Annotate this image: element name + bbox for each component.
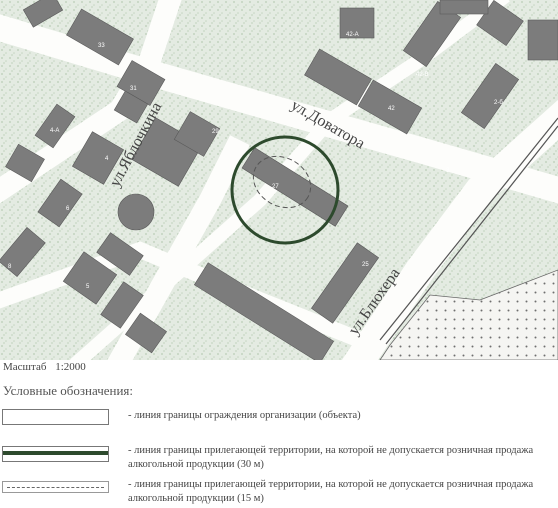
building-number-25: 25 bbox=[362, 262, 369, 268]
site-map: 33 31 4-А 4 29 27 6 5 8 42-А 42-В 42 2-б… bbox=[0, 0, 558, 360]
legend-item-15m: - линия границы прилегающей территории, … bbox=[0, 478, 558, 508]
legend-item-30m: - линия границы прилегающей территории, … bbox=[0, 444, 558, 474]
building-number-2b: 2-б bbox=[494, 100, 503, 106]
building-number-31: 31 bbox=[130, 86, 137, 92]
scale-label: Масштаб bbox=[3, 361, 47, 373]
legend-text-15m: - линия границы прилегающей территории, … bbox=[128, 479, 534, 504]
legend-title: Условные обозначения: bbox=[3, 383, 134, 398]
legend-item-fence: - линия границы ограждения организации (… bbox=[0, 407, 558, 427]
map-scale: Масштаб 1:2000 bbox=[3, 361, 92, 373]
building-number-4a: 4-А bbox=[50, 128, 59, 134]
legend-swatch-15m bbox=[2, 481, 109, 493]
building-number-42a: 42-А bbox=[346, 32, 359, 38]
legend-swatch-fence bbox=[2, 409, 109, 425]
building-number-27: 27 bbox=[272, 184, 279, 190]
building-number-33: 33 bbox=[98, 43, 105, 49]
scale-value: 1:2000 bbox=[55, 361, 86, 373]
legend-swatch-30m bbox=[2, 446, 109, 462]
building-number-42v: 42-В bbox=[416, 72, 429, 78]
legend-text-30m: - линия границы прилегающей территории, … bbox=[128, 445, 534, 470]
legend-text-fence: - линия границы ограждения организации (… bbox=[128, 410, 361, 421]
building-number-29: 29 bbox=[212, 129, 219, 135]
building-number-42: 42 bbox=[388, 106, 395, 112]
